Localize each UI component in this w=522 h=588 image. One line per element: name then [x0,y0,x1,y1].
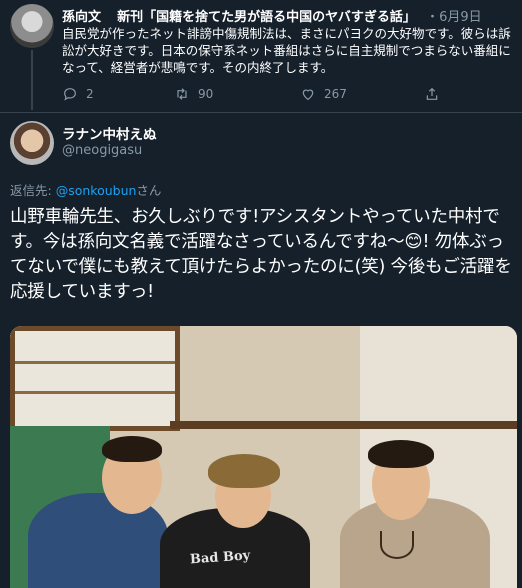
person-right-hair [368,440,434,468]
reply-mention-link[interactable]: @sonkoubun [56,183,137,198]
author-name[interactable]: 孫向文 [62,10,101,25]
photo-shelf [170,421,517,429]
photo-window [10,326,180,431]
author-avatar[interactable] [10,4,54,48]
window-bar [15,391,175,394]
separator: ・ [426,10,440,25]
main-tweet: ラナン中村えぬ @neogigasu 返信先: @sonkoubunさん 山野車… [0,113,522,588]
like-count: 267 [324,87,347,101]
display-name[interactable]: ラナン中村えぬ [62,123,157,143]
tweet-date[interactable]: 6月9日 [439,10,482,25]
retweet-icon [177,88,187,100]
reply-prefix: 返信先: [10,183,56,198]
window-bar [15,361,175,364]
reply-button[interactable]: 2 [62,86,94,102]
user-handle[interactable]: @neogigasu [62,143,142,158]
necklace [380,531,414,559]
share-icon [426,87,438,100]
like-button[interactable]: 267 [300,86,347,102]
person-center-hair [208,454,280,488]
user-avatar[interactable] [10,121,54,165]
retweet-button[interactable]: 90 [174,86,213,102]
share-button[interactable] [424,86,440,102]
heart-icon [302,89,314,101]
quoted-tweet[interactable]: 孫向文 新刊「国籍を捨てた男が語る中国のヤバすぎる話」 ・6月9日 自民党が作っ… [0,0,522,112]
tweet-actions: 2 90 267 [62,86,452,104]
tweet-text: 山野車輪先生、お久しぶりです!アシスタントやっていた中村です。今は孫向文名義で活… [10,207,512,302]
tweet-photo[interactable]: Bad Boy [10,326,517,588]
reply-to-line: 返信先: @sonkoubunさん [10,180,161,199]
thread-line [31,50,33,110]
reply-icon [64,88,76,101]
reply-suffix: さん [136,183,162,198]
person-left-hair [102,436,162,462]
retweet-count: 90 [198,87,214,101]
tweet-text: 自民党が作ったネット誹謗中傷規制法は、まさにパヨクの大好物です。彼らは訴訟が大好… [62,26,511,75]
tweet-header: 孫向文 新刊「国籍を捨てた男が語る中国のヤバすぎる話」 ・6月9日 [62,6,482,25]
author-title[interactable]: 新刊「国籍を捨てた男が語る中国のヤバすぎる話」 [117,10,416,25]
reply-count: 2 [86,87,94,101]
